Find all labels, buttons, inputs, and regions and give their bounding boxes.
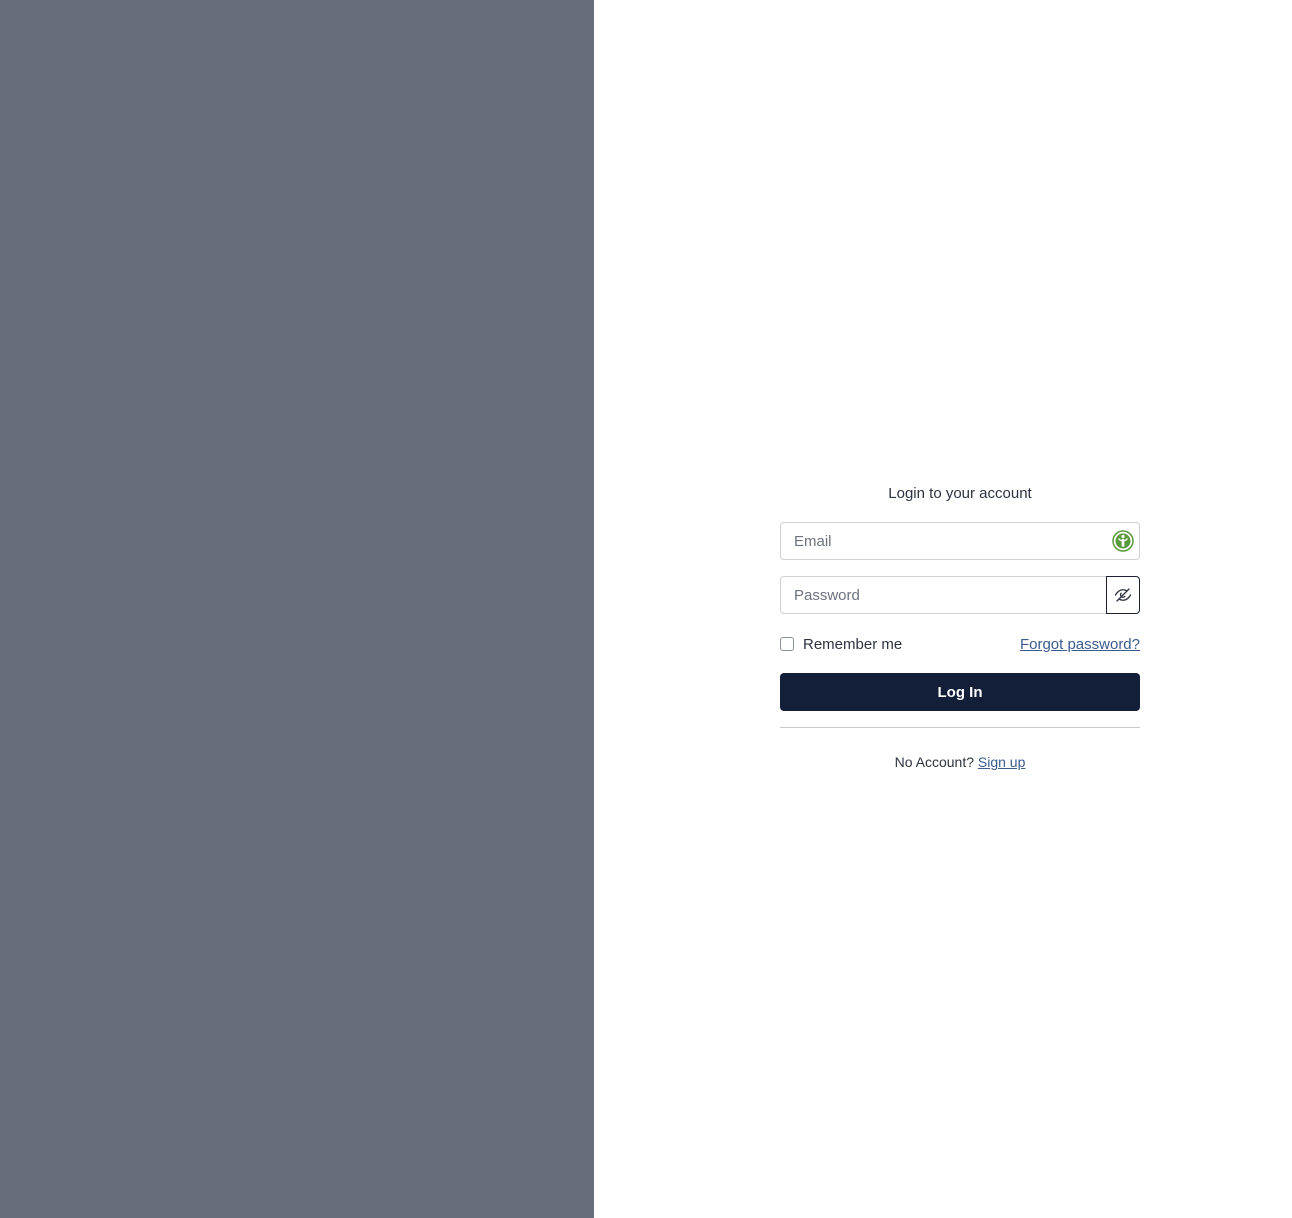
- divider: [780, 727, 1140, 728]
- signup-prompt: No Account?: [894, 754, 974, 770]
- password-input[interactable]: [781, 577, 1106, 613]
- eye-slash-icon: [1114, 588, 1132, 602]
- login-button[interactable]: Log In: [780, 673, 1140, 711]
- remember-me-checkbox[interactable]: [780, 637, 794, 651]
- left-panel: [0, 0, 594, 1218]
- password-visibility-toggle[interactable]: [1106, 576, 1140, 614]
- login-page: Login to your account Email Remember me …: [0, 0, 1292, 1218]
- password-manager-icon[interactable]: [1111, 529, 1135, 553]
- login-form: Login to your account Email Remember me …: [780, 483, 1140, 770]
- remember-me-label: Remember me: [803, 635, 903, 653]
- signup-link[interactable]: Sign up: [978, 754, 1025, 770]
- password-field-wrapper: [780, 576, 1140, 614]
- options-row: Remember me Forgot password?: [780, 634, 1140, 654]
- email-input[interactable]: [781, 523, 1139, 559]
- form-title: Login to your account: [888, 485, 1032, 502]
- email-field-wrapper: [780, 522, 1140, 560]
- remember-me[interactable]: Remember me: [780, 636, 902, 653]
- right-panel: Login to your account Email Remember me …: [594, 0, 1292, 1218]
- forgot-password-link[interactable]: Forgot password?: [1020, 636, 1140, 653]
- signup-row: No Account? Sign up: [780, 754, 1140, 770]
